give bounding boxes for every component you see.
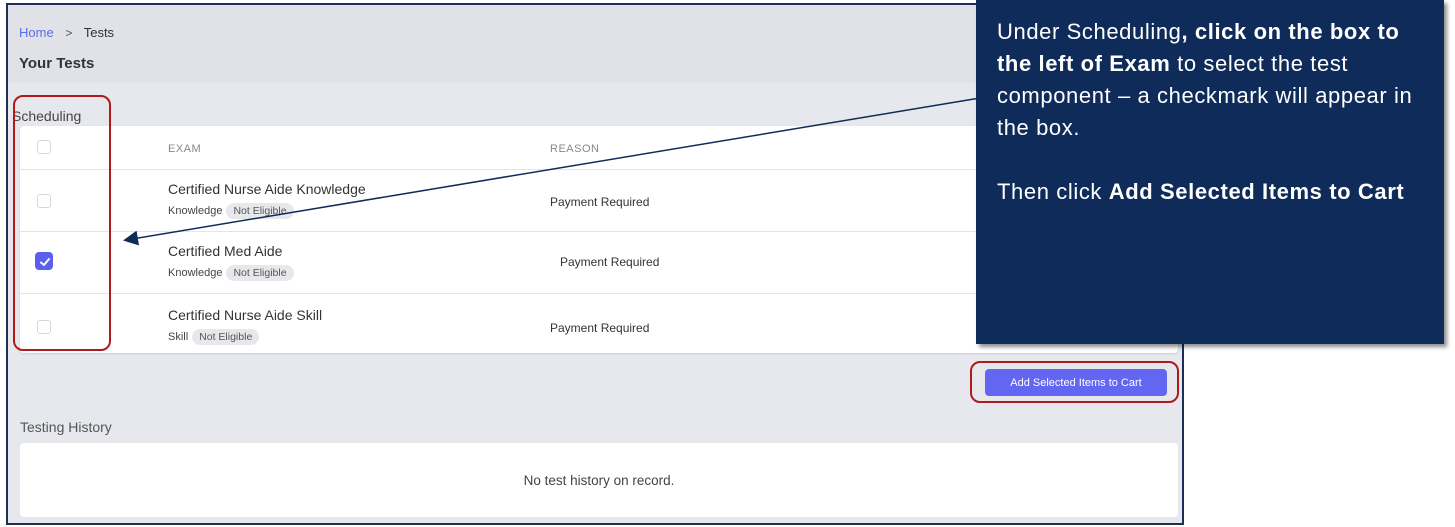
callout-step-2-text: Then click (997, 179, 1109, 204)
arrow-icon (123, 97, 981, 246)
callout-step-1: Under Scheduling, click on the box to th… (997, 16, 1424, 144)
callout-step-2: Then click Add Selected Items to Cart (997, 176, 1424, 208)
callout-step-2-emphasis: Add Selected Items to Cart (1108, 179, 1405, 204)
instruction-callout: Under Scheduling, click on the box to th… (976, 0, 1444, 344)
callout-step-1-text: Under Scheduling (997, 19, 1182, 44)
